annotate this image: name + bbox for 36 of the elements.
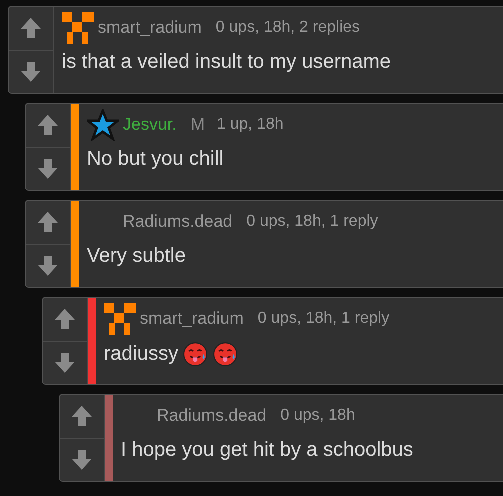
- up-arrow-icon: [54, 308, 76, 330]
- pixel-avatar-icon: [104, 303, 136, 335]
- star-icon: [87, 109, 119, 141]
- comment-text: I hope you get hit by a schoolbus: [121, 439, 414, 462]
- down-arrow-icon: [37, 158, 59, 180]
- down-arrow-icon: [54, 352, 76, 374]
- up-arrow-icon: [37, 211, 59, 234]
- down-arrow-icon: [71, 448, 93, 471]
- downvote-button[interactable]: [60, 438, 104, 481]
- comment-meta: 0 ups, 18h, 1 reply: [246, 213, 378, 231]
- username-link[interactable]: Radiums.dead: [157, 406, 267, 426]
- downvote-button[interactable]: [26, 244, 70, 287]
- up-arrow-icon: [71, 405, 93, 428]
- comment-text: is that a veiled insult to my username: [62, 51, 392, 74]
- downvote-button[interactable]: [26, 146, 70, 190]
- hot-face-icon: [183, 342, 208, 367]
- down-arrow-icon: [20, 60, 42, 83]
- username-link[interactable]: Radiums.dead: [123, 212, 233, 232]
- comment-meta: 0 ups, 18h, 2 replies: [216, 19, 360, 37]
- username-link[interactable]: Jesvur.: [123, 115, 177, 135]
- down-arrow-icon: [37, 254, 59, 277]
- username-link[interactable]: smart_radium: [98, 18, 202, 38]
- pixel-avatar-icon: [62, 12, 94, 44]
- comment-text: Very subtle: [87, 245, 186, 268]
- user-role-label: M: [190, 115, 206, 135]
- downvote-button[interactable]: [9, 50, 53, 93]
- username-link[interactable]: smart_radium: [140, 309, 244, 329]
- comment-text: radiussy: [104, 343, 178, 366]
- comment-text: No but you chill: [87, 148, 224, 171]
- up-arrow-icon: [20, 17, 42, 40]
- downvote-button[interactable]: [43, 340, 87, 384]
- comment-meta: 0 ups, 18h, 1 reply: [258, 310, 390, 328]
- up-arrow-icon: [37, 114, 59, 136]
- comment-meta: 1 up, 18h: [217, 116, 284, 134]
- comment-meta: 0 ups, 18h: [280, 407, 356, 425]
- hot-face-icon: [213, 342, 238, 367]
